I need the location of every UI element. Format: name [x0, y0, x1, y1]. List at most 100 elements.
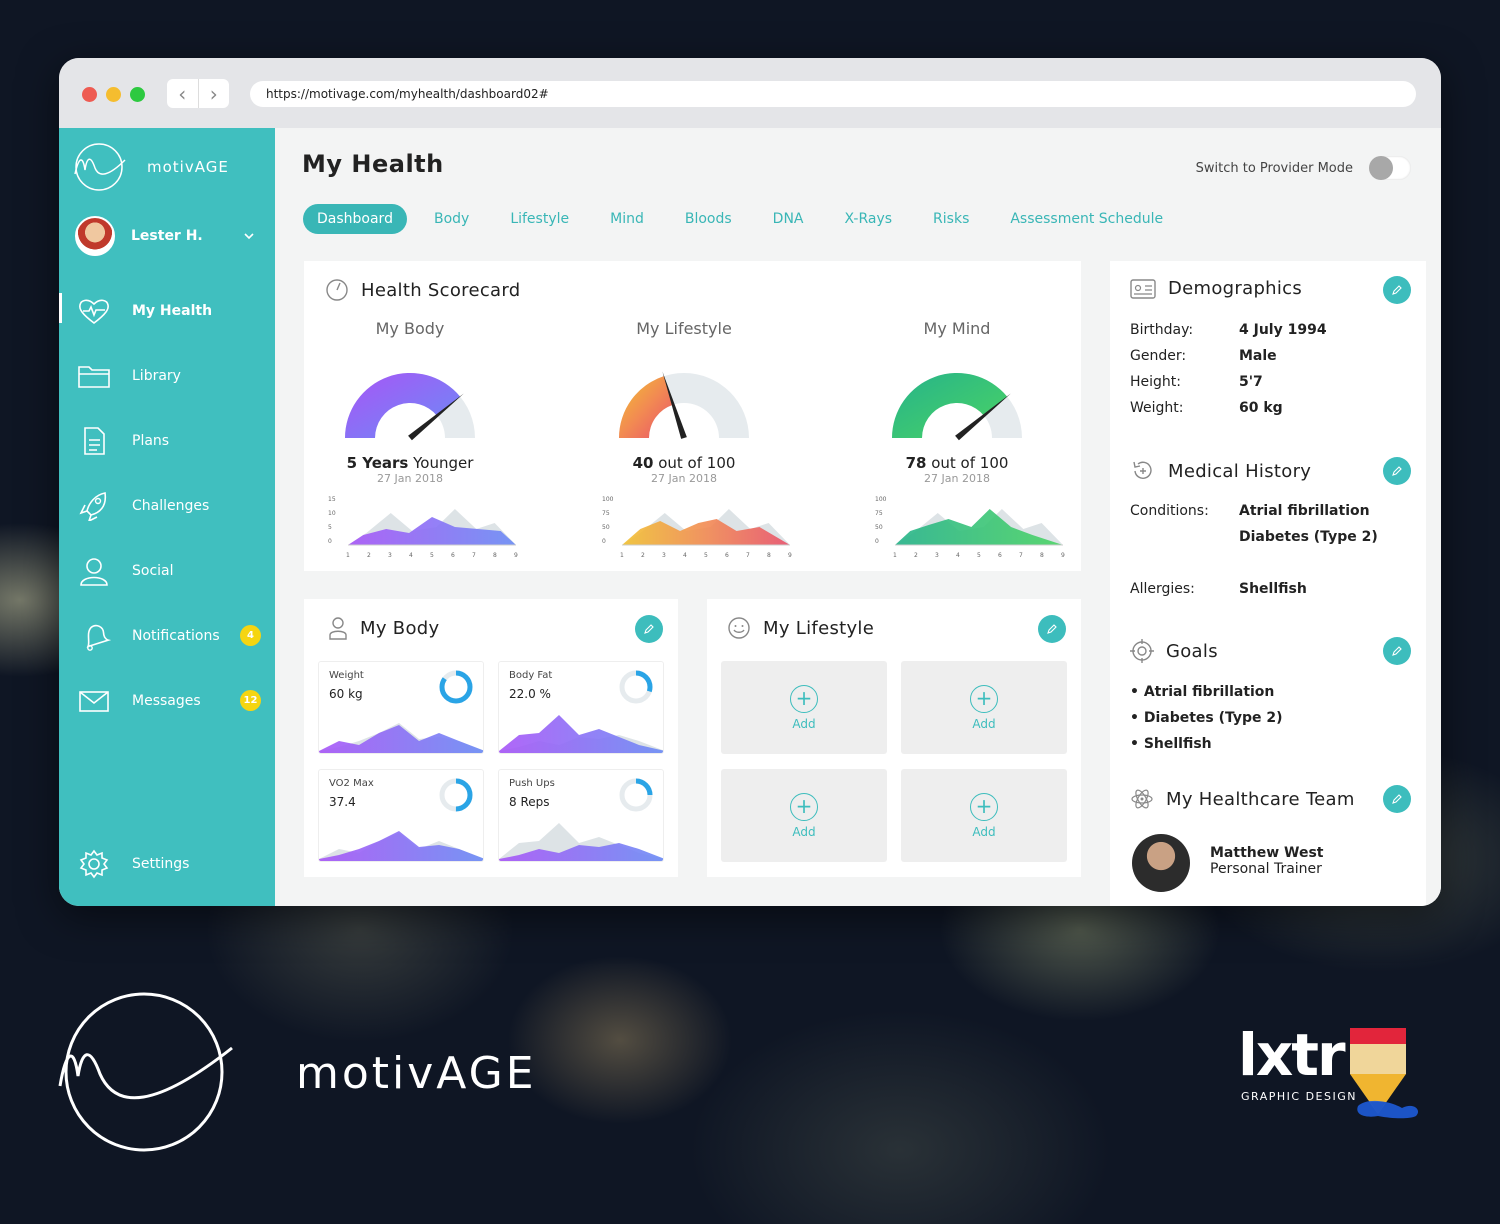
edit-demographics-button[interactable]: [1383, 276, 1411, 304]
score-trend-chart: 15 10 5 0 1 2 3 4 5 6 7 8 9: [328, 496, 518, 559]
tab-risks[interactable]: Risks: [933, 205, 969, 233]
team-member-avatar[interactable]: [1132, 834, 1190, 892]
score-gauge[interactable]: My Body 5 Years Younger 27 Jan 2018: [310, 319, 510, 485]
edit-my-body-button[interactable]: [635, 615, 663, 643]
team-member[interactable]: Matthew West Personal Trainer: [1210, 845, 1324, 877]
sidebar-item-label: Library: [132, 367, 181, 384]
metric-tile-body-fat[interactable]: Body Fat 22.0 %: [498, 661, 664, 754]
add-lifestyle-item-button[interactable]: + Add: [901, 661, 1067, 754]
tab-body[interactable]: Body: [434, 205, 469, 233]
x-tick-label: 5: [977, 552, 981, 559]
x-tick-label: 2: [367, 552, 371, 559]
back-button[interactable]: ‹: [167, 79, 199, 108]
sidebar-item-social[interactable]: Social: [59, 538, 275, 603]
sidebar-item-challenges[interactable]: Challenges: [59, 473, 275, 538]
target-icon: [1130, 639, 1154, 663]
x-tick-label: 6: [998, 552, 1002, 559]
edit-my-lifestyle-button[interactable]: [1038, 615, 1066, 643]
sidebar-item-my-health[interactable]: My Health: [59, 278, 275, 343]
metric-tile-weight[interactable]: Weight 60 kg: [318, 661, 484, 754]
provider-mode-toggle[interactable]: [1369, 156, 1411, 180]
edit-healthcare-team-button[interactable]: [1383, 785, 1411, 813]
browser-chrome: ‹ › https://motivage.com/myhealth/dashbo…: [59, 58, 1441, 128]
x-tick-label: 1: [893, 552, 897, 559]
edit-medical-history-button[interactable]: [1383, 457, 1411, 485]
metric-label: Weight: [329, 670, 364, 681]
my-body-title: My Body: [328, 616, 439, 640]
metric-tile-push-ups[interactable]: Push Ups 8 Reps: [498, 769, 664, 862]
pencil-icon: [1392, 794, 1402, 804]
add-lifestyle-item-button[interactable]: + Add: [721, 661, 887, 754]
score-gauge[interactable]: My Lifestyle 40 out of 100 27 Jan 2018: [584, 319, 784, 485]
edit-goals-button[interactable]: [1383, 637, 1411, 665]
metric-progress-ring: [439, 778, 473, 812]
x-tick-label: 1: [346, 552, 350, 559]
tab-dashboard[interactable]: Dashboard: [303, 204, 407, 234]
x-tick-label: 7: [746, 552, 750, 559]
notification-badge: 4: [240, 625, 261, 646]
goals-title-text: Goals: [1166, 640, 1218, 662]
sidebar-item-messages[interactable]: Messages 12: [59, 668, 275, 733]
add-lifestyle-item-button[interactable]: + Add: [721, 769, 887, 862]
plus-icon: +: [970, 793, 998, 821]
sidebar-item-plans[interactable]: Plans: [59, 408, 275, 473]
tab-mind[interactable]: Mind: [610, 205, 644, 233]
gauge-value-strong: 40: [632, 454, 654, 472]
minimize-dot[interactable]: [106, 87, 121, 102]
forward-button[interactable]: ›: [199, 79, 230, 108]
metric-label: Body Fat: [509, 670, 553, 681]
metric-value: 8 Reps: [509, 795, 550, 809]
x-tick-label: 7: [472, 552, 476, 559]
brand[interactable]: motivAGE: [71, 142, 229, 192]
sidebar-item-library[interactable]: Library: [59, 343, 275, 408]
user-menu[interactable]: Lester H.: [75, 216, 255, 256]
close-dot[interactable]: [82, 87, 97, 102]
demographic-value: 4 July 1994: [1239, 322, 1327, 338]
sidebar-item-label: Notifications: [132, 627, 220, 644]
y-tick-label: 75: [602, 510, 610, 517]
metric-tile-vo2-max[interactable]: VO2 Max 37.4: [318, 769, 484, 862]
score-trend-chart: 100 75 50 0 1 2 3 4 5 6 7 8 9: [875, 496, 1065, 559]
gauge-value: 78 out of 100: [857, 454, 1057, 472]
metric-trend-chart: [319, 831, 483, 861]
motivage-large-logo-icon: [58, 992, 233, 1152]
atom-icon: [1131, 789, 1153, 809]
conditions-label: Conditions:: [1130, 503, 1209, 519]
x-tick-label: 8: [493, 552, 497, 559]
health-scorecard-card: Health Scorecard My Body 5 Years Younger 2…: [304, 261, 1081, 571]
sidebar-item-notifications[interactable]: Notifications 4: [59, 603, 275, 668]
gauge-dial: [345, 373, 475, 441]
x-tick-label: 3: [935, 552, 939, 559]
gauge-value: 40 out of 100: [584, 454, 784, 472]
demographic-label: Gender:: [1130, 348, 1187, 364]
tab-assessment-schedule[interactable]: Assessment Schedule: [1010, 205, 1163, 233]
gauge-value: 5 Years Younger: [310, 454, 510, 472]
demographic-label: Birthday:: [1130, 322, 1194, 338]
motivage-logo-icon: [74, 143, 126, 191]
metric-trend-chart: [319, 723, 483, 753]
add-lifestyle-item-button[interactable]: + Add: [901, 769, 1067, 862]
brand-name: motivAGE: [147, 158, 229, 176]
tab-bloods[interactable]: Bloods: [685, 205, 732, 233]
gauge-fill: [892, 373, 1008, 438]
tab-lifestyle[interactable]: Lifestyle: [510, 205, 569, 233]
trend-area: [622, 519, 790, 545]
tab-x-rays[interactable]: X-Rays: [845, 205, 893, 233]
history-icon: [1133, 461, 1152, 479]
allergies-label: Allergies:: [1130, 581, 1195, 597]
score-gauge[interactable]: My Mind 78 out of 100 27 Jan 2018: [857, 319, 1057, 485]
studio-subtitle: GRAPHIC DESIGN: [1241, 1090, 1357, 1103]
scorecard-title: Health Scorecard: [325, 278, 520, 302]
y-tick-label: 15: [328, 496, 336, 503]
address-bar[interactable]: https://motivage.com/myhealth/dashboard0…: [250, 81, 1416, 107]
sidebar-item-settings[interactable]: Settings: [59, 831, 275, 896]
avatar: [75, 216, 115, 256]
demographics-title-text: Demographics: [1168, 278, 1303, 299]
x-tick-label: 5: [430, 552, 434, 559]
tab-dna[interactable]: DNA: [773, 205, 804, 233]
my-lifestyle-title: My Lifestyle: [727, 616, 874, 640]
metric-label: VO2 Max: [329, 778, 374, 789]
maximize-dot[interactable]: [130, 87, 145, 102]
gauge-value-strong: 5 Years: [346, 454, 409, 472]
x-tick-label: 9: [514, 552, 518, 559]
